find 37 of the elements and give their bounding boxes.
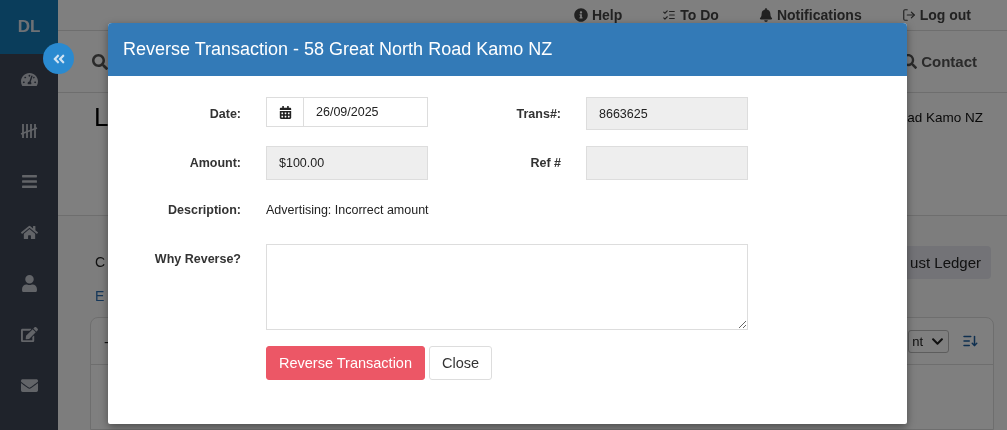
card-header-text: - — [104, 332, 109, 350]
nav-link[interactable]: Help — [573, 7, 623, 23]
bell-icon — [758, 8, 773, 22]
search-icon[interactable] — [92, 53, 108, 70]
dialog-title: Reverse Transaction - 58 Great North Road Kamo NZ — [123, 39, 553, 60]
gauge-icon[interactable] — [20, 71, 38, 88]
home-icon[interactable] — [20, 224, 38, 241]
field-label: Trans#: — [516, 106, 561, 121]
nav-link[interactable]: To Do — [662, 7, 719, 23]
sort-select[interactable]: nt — [908, 329, 949, 353]
page-title: L — [94, 101, 109, 133]
nav-link[interactable]: Notifications — [758, 7, 862, 23]
field-label: Why Reverse? — [154, 252, 241, 266]
logout-icon — [901, 8, 916, 22]
logo[interactable]: DL — [0, 0, 58, 54]
description-text: Advertising: Incorrect amount — [266, 203, 430, 217]
page-text: C — [95, 254, 106, 270]
info-icon — [573, 8, 588, 22]
close-button[interactable]: Close — [429, 346, 493, 380]
field-label: Date: — [209, 106, 241, 121]
checklist-icon — [662, 8, 677, 22]
calendar-icon[interactable] — [278, 105, 292, 119]
amount-field[interactable]: $100.00 — [266, 146, 428, 180]
envelope-icon[interactable] — [20, 377, 38, 394]
date-field[interactable]: 26/09/2025 — [266, 97, 428, 127]
reverse-button[interactable]: Reverse Transaction — [266, 346, 425, 380]
property-address: ad Kamo NZ — [907, 109, 983, 125]
user-icon[interactable] — [20, 275, 38, 292]
edit-icon[interactable] — [20, 326, 38, 343]
field-label: Amount: — [189, 156, 241, 170]
nav-link[interactable]: Log out — [901, 7, 971, 23]
field-label: Description: — [168, 203, 241, 217]
menu-icon[interactable] — [20, 173, 38, 190]
tally-icon[interactable] — [20, 122, 38, 139]
trans-field[interactable]: 8663625 — [586, 97, 748, 130]
field-label: Ref # — [530, 156, 561, 170]
page-link[interactable]: E — [95, 288, 105, 304]
